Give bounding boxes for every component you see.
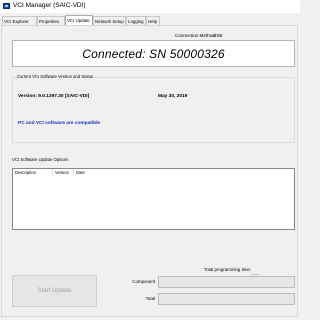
connection-status-text: Connected: SN 50000326 xyxy=(82,47,225,61)
column-date[interactable]: Date xyxy=(74,169,294,176)
tab-help[interactable]: Help xyxy=(146,16,160,25)
tab-properties[interactable]: Properties xyxy=(37,16,65,25)
total-programming-time-label: Total programming time: xyxy=(204,267,252,272)
window-title: VCI Manager (SAIC-VDI) xyxy=(13,2,86,9)
component-label: Component xyxy=(132,279,155,284)
title-bar: VCI Manager (SAIC-VDI) xyxy=(0,0,300,13)
start-update-button[interactable]: Start Update xyxy=(12,275,97,307)
tab-vci-update[interactable]: VCI Update xyxy=(65,15,93,25)
update-options-label: VCI Software Update Options xyxy=(12,157,69,162)
compatibility-status: PC and VCI software are compatible xyxy=(18,121,101,126)
connection-method-value: USB xyxy=(213,33,223,38)
software-version: Version: 9.0.1397.30 [SAIC-VDI] xyxy=(18,94,90,99)
total-progress-bar xyxy=(158,293,295,305)
component-progress-bar xyxy=(158,276,295,288)
connection-status-box: Connected: SN 50000326 xyxy=(12,40,295,67)
total-programming-time-value xyxy=(251,274,259,275)
software-date: May 30, 2019 xyxy=(158,94,188,99)
tab-logging[interactable]: Logging xyxy=(126,16,146,25)
column-version[interactable]: Version xyxy=(53,169,74,176)
tab-vci-explorer[interactable]: VCI Explorer xyxy=(2,16,37,25)
list-header: Description Version Date xyxy=(13,169,294,176)
software-status-group: Current VCI Software Version and Status xyxy=(12,74,295,143)
app-icon xyxy=(3,3,10,9)
software-status-title: Current VCI Software Version and Status xyxy=(16,74,95,79)
connection-method-label: Connection Method: xyxy=(175,33,217,38)
update-options-list[interactable]: Description Version Date xyxy=(12,168,295,230)
total-label: Total xyxy=(145,296,155,301)
column-description[interactable]: Description xyxy=(13,169,53,176)
tab-network-setup[interactable]: Network Setup xyxy=(93,16,126,25)
